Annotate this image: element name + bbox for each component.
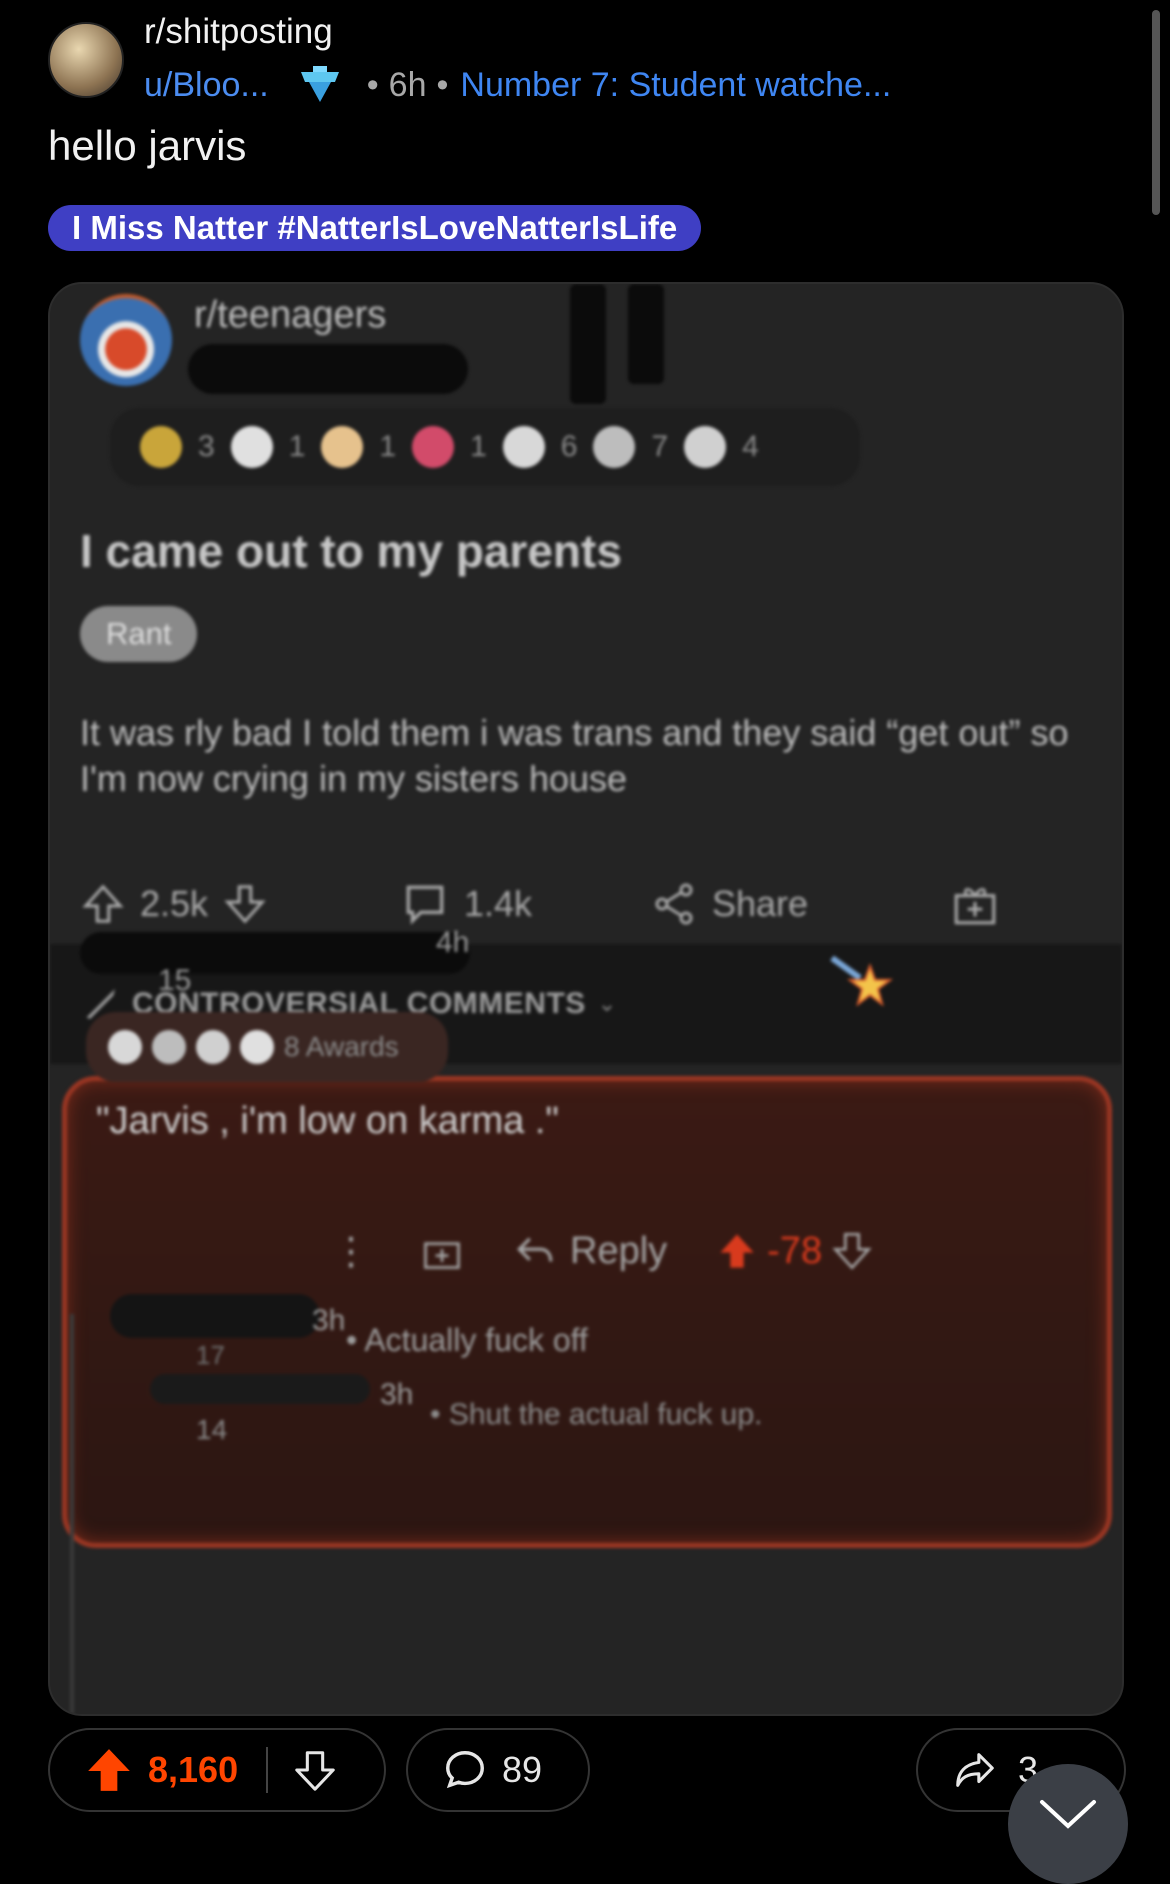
reply-label: Reply: [570, 1229, 668, 1272]
helpful-award-icon: [152, 1030, 186, 1064]
upvote-filled-icon[interactable]: [84, 1745, 134, 1795]
wholesome-award-icon: [321, 426, 364, 468]
bubble-award-icon: [196, 1030, 230, 1064]
vote-count: 8,160: [148, 1749, 239, 1790]
user-flair-link[interactable]: Number 7: Student watche...: [460, 66, 891, 105]
reply-icon: [517, 1237, 553, 1262]
downvote-icon: [832, 1233, 872, 1270]
subreddit-avatar[interactable]: [48, 22, 124, 98]
silver-award-icon: [502, 426, 545, 468]
redaction: [110, 1294, 320, 1338]
embedded-post-title: I came out to my parents: [80, 525, 622, 577]
reply-time: 3h: [380, 1378, 414, 1411]
chevron-down-icon: [1040, 1800, 1096, 1829]
award-count: 1: [288, 430, 306, 463]
share-arrow-icon: [956, 1753, 994, 1787]
award-count: 1: [470, 430, 487, 463]
embedded-comment-count: 1.4k: [464, 883, 533, 924]
heart-award-icon: [412, 426, 455, 468]
upvote-filled-icon: [720, 1234, 754, 1268]
image-content: r/teenagers 3 1 1 1 6 7 4 I came out to …: [50, 284, 1122, 1714]
award-count: 1: [379, 430, 397, 463]
redaction: [150, 1374, 370, 1404]
embedded-post-flair: Rant: [80, 606, 198, 662]
comment-vote-count: -78: [767, 1229, 823, 1272]
vote-divider: [266, 1747, 269, 1793]
laugh-award-icon: [140, 426, 182, 468]
redaction: [570, 284, 606, 404]
embedded-subreddit-avatar: [80, 294, 172, 386]
reply-score: 14: [196, 1414, 228, 1445]
share-icon: [655, 883, 693, 925]
bubble-award-icon: [684, 426, 727, 468]
gift-award-icon: [424, 1242, 460, 1269]
comment-text: "Jarvis , i'm low on karma .": [96, 1100, 559, 1142]
post-title[interactable]: hello jarvis: [48, 122, 246, 170]
award-count: 6: [560, 430, 578, 463]
award-count: 4: [742, 430, 759, 463]
star-award-icon: [830, 956, 893, 1007]
vote-pill: 8,160: [48, 1728, 386, 1812]
post-flair[interactable]: I Miss Natter #NatterIsLoveNatterIsLife: [48, 205, 702, 251]
comment-time: 4h: [436, 926, 470, 959]
reply-score: 17: [196, 1340, 225, 1370]
scroll-down-button[interactable]: [1008, 1764, 1128, 1884]
helpful-award-icon: [593, 426, 636, 468]
reply-text: • Actually fuck off: [346, 1322, 588, 1358]
award-count: 3: [198, 430, 215, 463]
award-row: 3 1 1 1 6 7 4: [110, 408, 860, 486]
subreddit-name[interactable]: r/shitposting: [144, 12, 333, 52]
achievement-badge-icon: [300, 66, 339, 102]
silver-award-icon: [108, 1030, 142, 1064]
redaction: [628, 284, 664, 384]
snoo-award-icon: [230, 426, 273, 468]
embedded-post-body: It was rly bad I told them i was trans a…: [80, 712, 1069, 799]
chevron-down-icon: ⌄: [597, 991, 617, 1016]
comment-count: 89: [502, 1749, 543, 1790]
embedded-upvote-count: 2.5k: [140, 883, 209, 924]
reply-action: Reply: [514, 1230, 667, 1273]
scrollbar[interactable]: [1152, 10, 1160, 215]
comment-vote: -78: [717, 1230, 872, 1273]
comments-button[interactable]: 89: [406, 1728, 590, 1812]
comment-icon: [406, 885, 444, 925]
post-meta: u/Bloo... • 6h • Number 7: Student watch…: [144, 62, 891, 108]
comment-awards: 8 Awards: [86, 1012, 448, 1082]
redaction: [188, 344, 468, 394]
author-username[interactable]: u/Bloo...: [144, 66, 269, 105]
awards-label: 8 Awards: [284, 1031, 399, 1062]
snoo-award-icon: [240, 1030, 274, 1064]
thread-line: [70, 1314, 74, 1714]
comment-action-bar: ⋮ Reply -78: [332, 1216, 1072, 1286]
post-time: 6h: [388, 65, 427, 104]
embedded-share-label: Share: [712, 883, 809, 924]
meta-separator: •: [366, 65, 379, 104]
reply-time: 3h: [312, 1304, 346, 1337]
award-count: 7: [651, 430, 669, 463]
embedded-subreddit-name: r/teenagers: [194, 294, 387, 336]
redaction: [80, 932, 470, 974]
downvote-icon: [224, 885, 266, 924]
more-options-icon: ⋮: [332, 1230, 370, 1273]
comment-score: 15: [158, 964, 192, 997]
reply-text: • Shut the actual fuck up.: [430, 1398, 763, 1431]
meta-separator: •: [436, 65, 449, 104]
upvote-icon: [82, 884, 124, 923]
comment-icon: [446, 1751, 484, 1789]
downvote-icon[interactable]: [292, 1747, 338, 1793]
post-image[interactable]: r/teenagers 3 1 1 1 6 7 4 I came out to …: [48, 282, 1124, 1716]
gift-award-icon: [954, 888, 996, 925]
